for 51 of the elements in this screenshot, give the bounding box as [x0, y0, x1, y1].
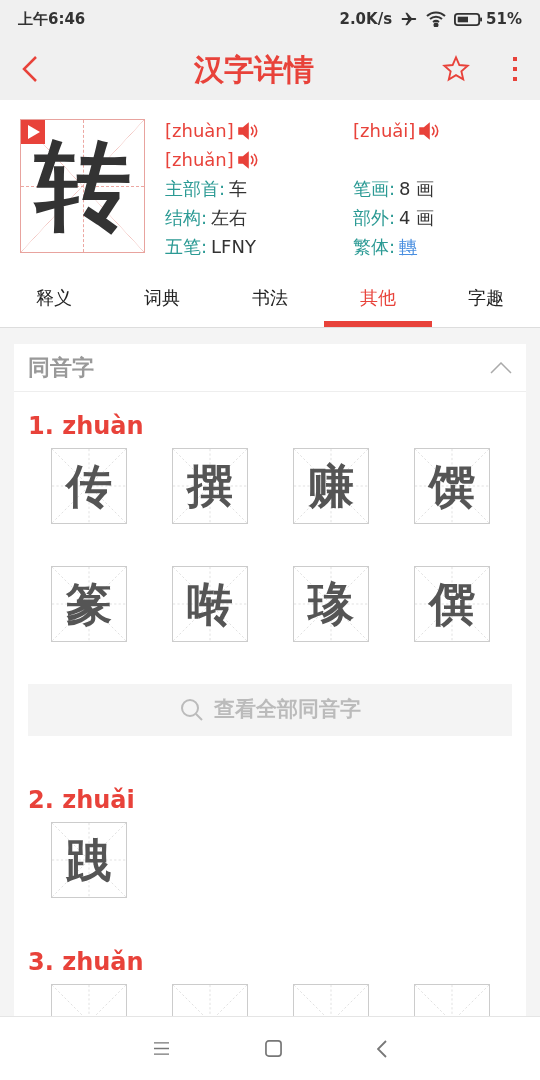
tab[interactable]: 书法 [216, 280, 324, 327]
field-label: 五笔: [165, 235, 208, 259]
home-icon[interactable] [265, 1040, 282, 1057]
character-cell[interactable]: 啭 [171, 566, 248, 642]
speaker-icon [236, 122, 259, 140]
character-cell[interactable]: 僎 [413, 566, 490, 642]
pronunciation-button[interactable]: [zhuàn] [165, 119, 353, 143]
field-value: LFNY [211, 235, 256, 259]
battery-level: 51% [486, 8, 522, 30]
more-icon[interactable] [512, 55, 518, 83]
field-label: 结构: [165, 206, 208, 230]
search-icon [179, 698, 204, 722]
character-cell[interactable]: 瑑 [292, 566, 369, 642]
field-label: 笔画: [353, 177, 396, 201]
pinyin-heading: 3. zhuǎn [28, 947, 145, 978]
star-icon[interactable] [442, 55, 470, 83]
tab[interactable]: 字趣 [432, 280, 540, 327]
page-title: 汉字详情 [193, 50, 315, 89]
wifi-icon [426, 11, 447, 27]
field-value: 左右 [211, 206, 248, 230]
field-value: 车 [229, 177, 248, 201]
menu-icon[interactable] [153, 1041, 170, 1056]
section-title: 同音字 [28, 354, 94, 382]
character-cell[interactable]: 篆 [50, 566, 127, 642]
back-icon[interactable] [22, 55, 38, 83]
pronunciation-button[interactable]: [zhuǎi] [353, 119, 441, 143]
character-cell[interactable]: 撰 [171, 448, 248, 524]
speaker-icon [236, 151, 259, 169]
field-value: 8 画 [399, 177, 435, 201]
pronunciation-button[interactable]: [zhuǎn] [165, 148, 353, 172]
field-label: 繁体: [353, 235, 396, 259]
character-cell[interactable]: 跩 [50, 822, 127, 898]
character-cell[interactable]: 传 [50, 448, 127, 524]
network-speed: 2.0K/s [339, 8, 393, 30]
battery-icon [454, 11, 483, 27]
speaker-icon [418, 122, 441, 140]
field-value: 4 画 [399, 206, 435, 230]
tab[interactable]: 其他 [324, 280, 432, 327]
field-label: 主部首: [165, 177, 226, 201]
main-character: 转 [34, 138, 131, 234]
field-label: 部外: [353, 206, 396, 230]
pinyin-heading: 1. zhuàn [28, 411, 145, 442]
tab[interactable]: 释义 [0, 280, 108, 327]
status-time: 上午6:46 [18, 8, 86, 30]
character-cell[interactable]: 馔 [413, 448, 490, 524]
airplane-icon [400, 10, 419, 28]
collapse-icon[interactable] [490, 361, 512, 374]
pinyin-heading: 2. zhuǎi [28, 785, 136, 816]
character-cell[interactable]: 赚 [292, 448, 369, 524]
back-icon[interactable] [377, 1039, 387, 1058]
tab[interactable]: 词典 [108, 280, 216, 327]
